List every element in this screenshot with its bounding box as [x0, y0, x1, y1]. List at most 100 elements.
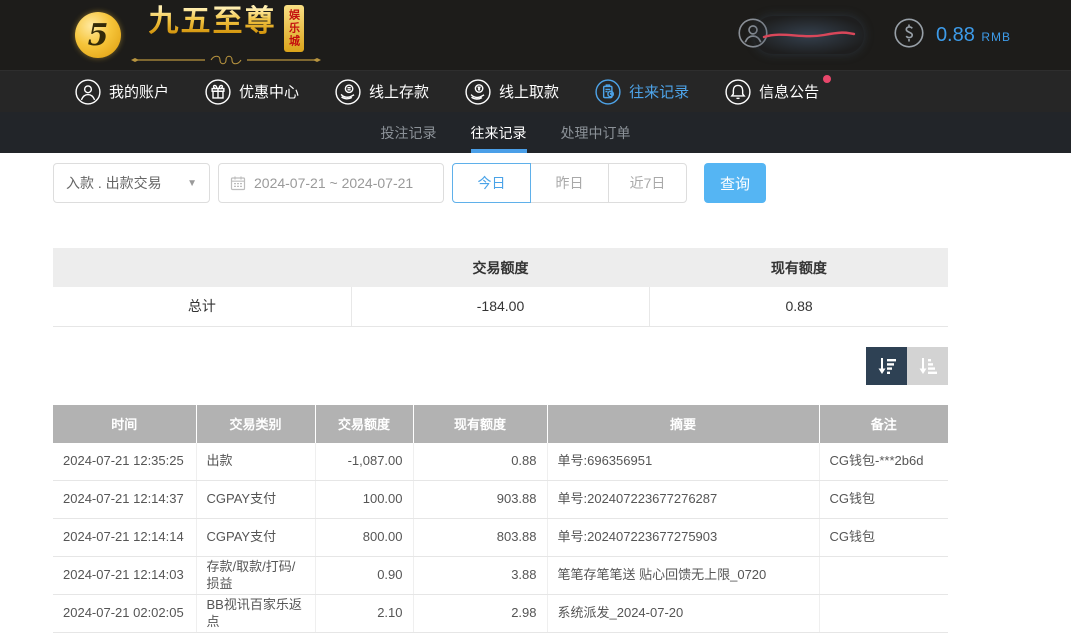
tab-transaction-records[interactable]: 往来记录	[471, 112, 527, 153]
records-table: 时间 交易类别 交易额度 现有额度 摘要 备注 2024-07-21 12:35…	[53, 405, 948, 634]
site-badge: 娱乐城	[284, 5, 304, 52]
search-button[interactable]: 查询	[704, 163, 766, 203]
sort-amount-desc-icon	[876, 355, 898, 377]
table-row: 2024-07-21 02:02:05 BB视讯百家乐返点 2.10 2.98 …	[53, 595, 948, 633]
header-balance: 现有额度	[413, 405, 547, 443]
records-header-row: 时间 交易类别 交易额度 现有额度 摘要 备注	[53, 405, 948, 443]
cell-note	[819, 557, 948, 595]
deposit-coin-icon	[335, 79, 361, 105]
cell-note	[819, 595, 948, 633]
table-row: 2024-07-21 12:14:03 存款/取款/打码/损益 0.90 3.8…	[53, 557, 948, 595]
top-header: 5 九五至尊 娱乐城	[0, 0, 1071, 70]
nav-item-promotions[interactable]: 优惠中心	[205, 79, 299, 105]
cell-balance: 2.98	[413, 595, 547, 633]
quick-range-group: 今日 昨日 近7日	[452, 163, 687, 203]
site-title: 九五至尊	[149, 5, 277, 38]
cell-amount: 100.00	[315, 481, 413, 519]
summary-table: 交易额度 现有额度 总计 -184.00 0.88	[53, 248, 948, 327]
logo-monogram: 5	[75, 12, 121, 58]
cell-time: 2024-07-21 12:14:03	[53, 557, 196, 595]
dollar-coin-icon	[894, 18, 924, 53]
summary-total-label: 总计	[53, 287, 351, 326]
cell-note: CG钱包	[819, 481, 948, 519]
summary-header-current-balance: 现有额度	[650, 248, 948, 287]
logo-flourish-ornament	[131, 54, 321, 66]
date-range-value: 2024-07-21 ~ 2024-07-21	[254, 175, 413, 191]
cell-category: 出款	[196, 443, 315, 481]
summary-header-empty	[53, 248, 351, 287]
main-nav: 我的账户 优惠中心 线上存款 线上取款 往来记录	[0, 70, 1071, 112]
nav-item-deposit[interactable]: 线上存款	[335, 79, 429, 105]
cell-time: 2024-07-21 12:14:37	[53, 481, 196, 519]
tab-processing-orders[interactable]: 处理中订单	[561, 112, 631, 153]
table-row: 2024-07-21 12:14:37 CGPAY支付 100.00 903.8…	[53, 481, 948, 519]
nav-label: 往来记录	[629, 81, 689, 102]
site-logo[interactable]: 5 九五至尊 娱乐城	[75, 5, 321, 66]
table-row: 2024-07-21 12:35:25 出款 -1,087.00 0.88 单号…	[53, 443, 948, 481]
header-time: 时间	[53, 405, 196, 443]
tab-betting-records[interactable]: 投注记录	[381, 112, 437, 153]
user-icon	[75, 79, 101, 105]
summary-total-balance: 0.88	[650, 287, 948, 326]
nav-item-my-account[interactable]: 我的账户	[75, 79, 169, 105]
calendar-icon	[230, 175, 246, 191]
nav-item-transaction-records[interactable]: 往来记录	[595, 79, 689, 105]
cell-balance: 0.88	[413, 443, 547, 481]
range-today-button[interactable]: 今日	[452, 163, 531, 203]
cell-amount: 2.10	[315, 595, 413, 633]
cell-summary: 单号:202407223677276287	[547, 481, 819, 519]
range-last7days-button[interactable]: 近7日	[608, 163, 687, 203]
summary-total-row: 总计 -184.00 0.88	[53, 287, 948, 326]
cell-note: CG钱包	[819, 519, 948, 557]
record-subtabs: 投注记录 往来记录 处理中订单	[0, 112, 1071, 153]
chevron-down-icon: ▼	[187, 178, 197, 189]
range-yesterday-button[interactable]: 昨日	[530, 163, 609, 203]
nav-item-withdraw[interactable]: 线上取款	[465, 79, 559, 105]
nav-item-announcements[interactable]: 信息公告	[725, 79, 819, 105]
cell-amount: 800.00	[315, 519, 413, 557]
sort-amount-asc-button[interactable]	[907, 347, 948, 385]
header-amount: 交易额度	[315, 405, 413, 443]
records-clipboard-icon	[595, 79, 621, 105]
sort-controls	[53, 347, 948, 385]
header-category: 交易类别	[196, 405, 315, 443]
header-summary: 摘要	[547, 405, 819, 443]
filter-bar: 入款 . 出款交易 ▼ 2024-07-21 ~ 2024-07-21 今日 昨…	[53, 163, 1071, 203]
cell-summary: 单号:696356951	[547, 443, 819, 481]
cell-summary: 笔笔存笔笔送 贴心回馈无上限_0720	[547, 557, 819, 595]
dropdown-value: 入款 . 出款交易	[66, 173, 162, 193]
cell-time: 2024-07-21 02:02:05	[53, 595, 196, 633]
sort-amount-asc-icon	[917, 355, 939, 377]
summary-total-amount: -184.00	[351, 287, 649, 326]
sort-amount-desc-button[interactable]	[866, 347, 907, 385]
redacted-username[interactable]	[754, 16, 864, 54]
account-summary: 0.88 RMB	[738, 16, 1011, 54]
cell-summary: 单号:202407223677275903	[547, 519, 819, 557]
cell-summary: 系统派发_2024-07-20	[547, 595, 819, 633]
content-area: 入款 . 出款交易 ▼ 2024-07-21 ~ 2024-07-21 今日 昨…	[0, 153, 1071, 633]
table-row: 2024-07-21 12:14:14 CGPAY支付 800.00 803.8…	[53, 519, 948, 557]
nav-label: 我的账户	[109, 81, 169, 102]
date-range-input[interactable]: 2024-07-21 ~ 2024-07-21	[218, 163, 444, 203]
cell-amount: -1,087.00	[315, 443, 413, 481]
nav-label: 线上取款	[499, 81, 559, 102]
cell-category: CGPAY支付	[196, 519, 315, 557]
bell-icon	[725, 79, 751, 105]
balance-currency: RMB	[981, 30, 1011, 44]
cell-note: CG钱包-***2b6d	[819, 443, 948, 481]
nav-label: 优惠中心	[239, 81, 299, 102]
gift-icon	[205, 79, 231, 105]
summary-header-row: 交易额度 现有额度	[53, 248, 948, 287]
cell-amount: 0.90	[315, 557, 413, 595]
transaction-type-dropdown[interactable]: 入款 . 出款交易 ▼	[53, 163, 210, 203]
nav-label: 线上存款	[369, 81, 429, 102]
cell-category: 存款/取款/打码/损益	[196, 557, 315, 595]
cell-category: CGPAY支付	[196, 481, 315, 519]
cell-balance: 3.88	[413, 557, 547, 595]
cell-time: 2024-07-21 12:35:25	[53, 443, 196, 481]
withdraw-coin-icon	[465, 79, 491, 105]
balance-amount: 0.88	[936, 24, 975, 46]
header-note: 备注	[819, 405, 948, 443]
cell-time: 2024-07-21 12:14:14	[53, 519, 196, 557]
cell-category: BB视讯百家乐返点	[196, 595, 315, 633]
